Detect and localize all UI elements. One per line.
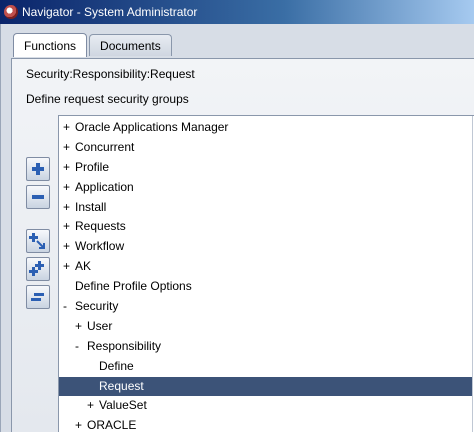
collapse-button[interactable] [26, 185, 50, 209]
tree-expander[interactable]: + [63, 237, 75, 257]
function-description: Define request security groups [26, 92, 189, 106]
functions-panel: Security:Responsibility:Request Define r… [11, 58, 474, 432]
title-bar: Navigator - System Administrator [0, 0, 474, 24]
tree-item-label: Workflow [75, 239, 125, 254]
tree-item[interactable]: - Responsibility [59, 337, 473, 357]
tree-expander[interactable]: + [63, 198, 75, 218]
tree-item[interactable]: + Install [59, 198, 473, 218]
function-tree: + Oracle Applications Manager + Concurrent +… [58, 115, 474, 432]
tree-item-label: Security [75, 299, 119, 314]
tree-expander[interactable]: + [63, 178, 75, 198]
function-path: Security:Responsibility:Request [26, 67, 195, 81]
tree-expander[interactable]: + [63, 118, 75, 138]
tree-expander[interactable]: + [63, 158, 75, 178]
collapse-all-button[interactable] [26, 285, 50, 309]
tree-item-label: Responsibility [87, 338, 162, 353]
tree-item-label: AK [75, 259, 92, 274]
tree-item-label: Define Profile Options [75, 279, 192, 294]
tree-expander[interactable]: - [63, 297, 75, 317]
tree-item[interactable]: Request [59, 376, 473, 397]
tree-item-label: Concurrent [75, 139, 135, 154]
expand-icon [32, 163, 44, 175]
expand-button[interactable] [26, 157, 50, 181]
tree-item[interactable]: + ORACLE [59, 416, 473, 432]
tab-functions[interactable]: Functions [13, 33, 88, 57]
expand-branch-icon [29, 233, 45, 249]
tree-expander[interactable]: + [87, 396, 99, 416]
tab-strip: Functions Documents [13, 33, 174, 57]
collapse-icon [32, 195, 44, 199]
window-title: Navigator - System Administrator [22, 5, 198, 19]
tree-item-label: Application [75, 179, 134, 194]
tree-item[interactable]: + Oracle Applications Manager [59, 118, 473, 138]
tab-documents[interactable]: Documents [89, 34, 172, 56]
tree-item[interactable]: + User [59, 317, 473, 337]
expand-branch-button[interactable] [26, 229, 50, 253]
tree-list: + Oracle Applications Manager + Concurrent +… [59, 118, 473, 432]
tree-item-label: Requests [75, 219, 126, 234]
tree-item-label: User [87, 318, 113, 333]
tree-item[interactable]: Define [59, 357, 473, 377]
tree-expander[interactable]: - [75, 337, 87, 357]
tree-item-label: Install [75, 199, 107, 214]
tree-item-label: ORACLE [87, 418, 137, 432]
oracle-app-icon [4, 5, 18, 19]
tree-item-label: Profile [75, 159, 110, 174]
navigator-window: Functions Documents Security:Responsibil… [0, 24, 474, 432]
tree-item[interactable]: + ValueSet [59, 396, 473, 416]
tree-item[interactable]: + Requests [59, 217, 473, 237]
expand-all-icon [29, 261, 44, 276]
tree-item-label: Oracle Applications Manager [75, 120, 229, 134]
tree-item-label: ValueSet [99, 398, 147, 413]
tree-expander[interactable]: + [75, 416, 87, 432]
tree-item[interactable]: + Concurrent [59, 138, 473, 158]
tree-item[interactable]: + Application [59, 178, 473, 198]
expand-all-button[interactable] [26, 257, 50, 281]
tree-item-label: Define [99, 358, 134, 373]
tree-expander[interactable]: + [63, 217, 75, 237]
tree-expander[interactable]: + [63, 257, 75, 277]
tree-item[interactable]: - Security [59, 297, 473, 317]
tree-expander[interactable]: + [75, 317, 87, 337]
tree-item-label: Request [99, 378, 144, 393]
tree-item[interactable]: Define Profile Options [59, 277, 473, 297]
collapse-all-icon [31, 293, 44, 301]
tree-item[interactable]: + Profile [59, 158, 473, 178]
tree-item[interactable]: + AK [59, 257, 473, 277]
tree-expander[interactable]: + [63, 138, 75, 158]
tree-item[interactable]: + Workflow [59, 237, 473, 257]
